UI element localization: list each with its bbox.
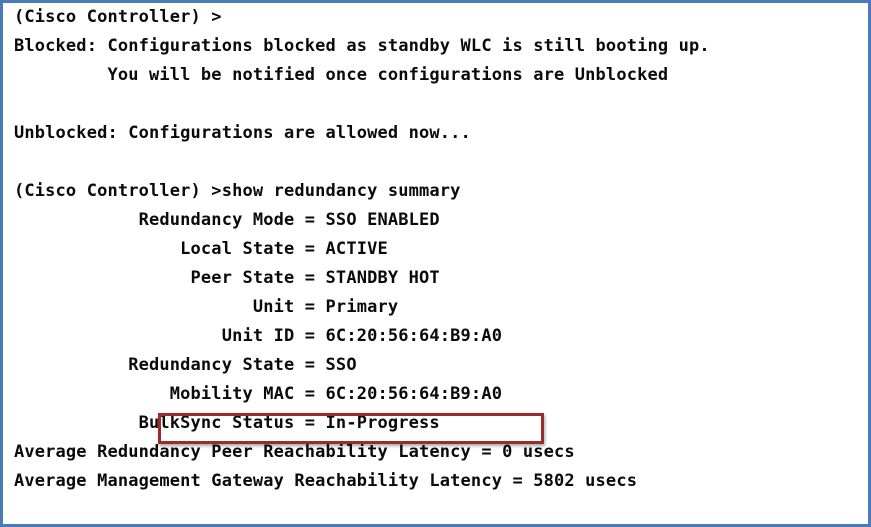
bulksync-highlight-box — [158, 413, 544, 444]
terminal-window[interactable]: (Cisco Controller) > Blocked: Configurat… — [0, 0, 871, 527]
command-line: (Cisco Controller) >show redundancy summ… — [14, 181, 461, 201]
unit-line: Unit = Primary — [14, 297, 399, 317]
prompt-line: (Cisco Controller) > — [14, 7, 222, 27]
unblocked-message-line: Unblocked: Configurations are allowed no… — [14, 123, 471, 143]
notify-message-line: You will be notified once configurations… — [14, 65, 669, 85]
mobility-mac-line: Mobility MAC = 6C:20:56:64:B9:A0 — [14, 384, 503, 404]
local-state-line: Local State = ACTIVE — [14, 239, 388, 259]
redundancy-mode-line: Redundancy Mode = SSO ENABLED — [14, 210, 440, 230]
redundancy-state-line: Redundancy State = SSO — [14, 355, 357, 375]
peer-state-line: Peer State = STANDBY HOT — [14, 268, 440, 288]
blocked-message-line: Blocked: Configurations blocked as stand… — [14, 36, 710, 56]
gateway-latency-line: Average Management Gateway Reachability … — [14, 471, 638, 491]
unit-id-line: Unit ID = 6C:20:56:64:B9:A0 — [14, 326, 503, 346]
